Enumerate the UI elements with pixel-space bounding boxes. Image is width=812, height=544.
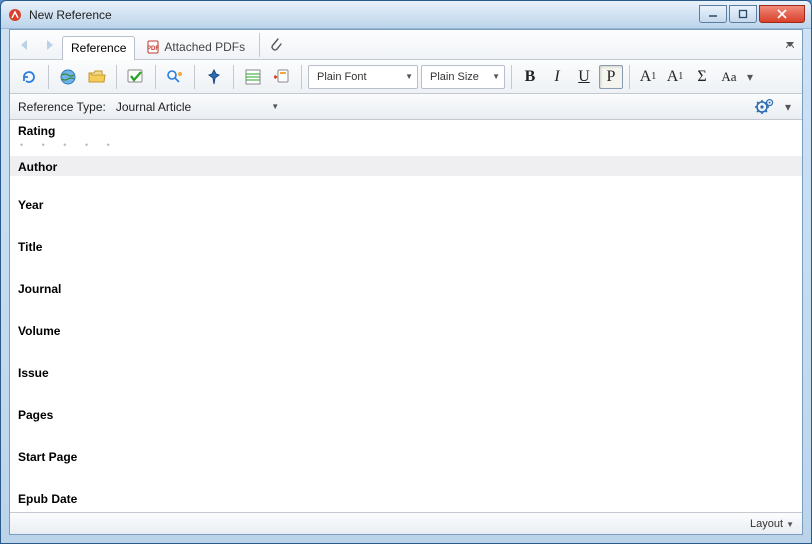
app-icon (7, 7, 23, 23)
size-combo-label: Plain Size (430, 71, 479, 83)
rating-stars[interactable]: • • • • • (10, 140, 802, 156)
field-label-pages: Pages (10, 404, 802, 424)
chevron-down-icon: ▼ (405, 72, 413, 81)
tab-reference[interactable]: Reference (62, 36, 135, 60)
chevron-down-icon: ▼ (271, 102, 279, 111)
field-input-start_page[interactable] (10, 466, 802, 488)
superscript-button[interactable]: A1 (636, 65, 660, 89)
close-button[interactable] (759, 5, 805, 23)
chevron-down-icon: ▼ (786, 520, 794, 529)
font-combo-label: Plain Font (317, 71, 367, 83)
symbol-button[interactable]: Σ (690, 65, 714, 89)
underline-button[interactable]: U (572, 65, 596, 89)
chevron-down-icon: ▼ (492, 72, 500, 81)
field-input-issue[interactable] (10, 382, 802, 404)
layout-button[interactable] (240, 64, 266, 90)
field-label-issue: Issue (10, 362, 802, 382)
field-label-start_page: Start Page (10, 446, 802, 466)
nav-forward-button[interactable] (38, 34, 60, 56)
reference-type-value: Journal Article (116, 100, 191, 114)
separator (259, 33, 260, 57)
size-combo[interactable]: Plain Size ▼ (421, 65, 505, 89)
field-input-title[interactable] (10, 256, 802, 278)
titlebar[interactable]: New Reference (1, 1, 811, 29)
window-frame: New Reference Reference PDF Attached PDF… (0, 0, 812, 544)
maximize-button[interactable] (729, 5, 757, 23)
tab-reference-label: Reference (71, 41, 126, 55)
field-input-pages[interactable] (10, 424, 802, 446)
find-reference-button[interactable] (162, 64, 188, 90)
options-gear-button[interactable] (752, 96, 776, 118)
attach-file-button[interactable] (265, 34, 287, 56)
globe-button[interactable] (55, 64, 81, 90)
nav-back-button[interactable] (14, 34, 36, 56)
window-controls (699, 5, 805, 23)
field-label-journal: Journal (10, 278, 802, 298)
form-area: Rating• • • • •Author Year Title Journal Vol… (10, 120, 802, 512)
field-input-year[interactable] (10, 214, 802, 236)
font-combo[interactable]: Plain Font ▼ (308, 65, 418, 89)
field-input-journal[interactable] (10, 298, 802, 320)
client-area: Reference PDF Attached PDFs (9, 29, 803, 535)
field-input-volume[interactable] (10, 340, 802, 362)
field-label-rating: Rating (10, 120, 802, 140)
subscript-button[interactable]: A1 (663, 65, 687, 89)
open-folder-button[interactable] (84, 64, 110, 90)
case-button[interactable]: Aa (717, 65, 741, 89)
separator (511, 65, 512, 89)
separator (301, 65, 302, 89)
field-label-epub_date: Epub Date (10, 488, 802, 508)
copy-formatted-button[interactable] (269, 64, 295, 90)
minimize-button[interactable] (699, 5, 727, 23)
refresh-button[interactable] (16, 64, 42, 90)
tab-bar: Reference PDF Attached PDFs (10, 30, 802, 60)
reference-type-bar: Reference Type: Journal Article ▼ ▾ (10, 94, 802, 120)
tab-attached-pdfs-label: Attached PDFs (164, 40, 245, 54)
window-title: New Reference (29, 8, 699, 22)
separator (629, 65, 630, 89)
field-label-author: Author (10, 156, 802, 176)
separator (194, 65, 195, 89)
reference-type-label: Reference Type: (18, 100, 106, 114)
italic-button[interactable]: I (545, 65, 569, 89)
field-label-volume: Volume (10, 320, 802, 340)
separator (233, 65, 234, 89)
spellcheck-button[interactable] (123, 64, 149, 90)
tabbar-overflow-button[interactable] (782, 34, 798, 56)
plain-button[interactable]: P (599, 65, 623, 89)
separator (116, 65, 117, 89)
options-chevron[interactable]: ▾ (782, 96, 794, 118)
svg-text:PDF: PDF (147, 46, 159, 52)
separator (155, 65, 156, 89)
pin-button[interactable] (201, 64, 227, 90)
status-bar: Layout ▼ (10, 512, 802, 534)
toolbar: Plain Font ▼ Plain Size ▼ B I U P A1 A1 … (10, 60, 802, 94)
tab-attached-pdfs[interactable]: PDF Attached PDFs (137, 35, 254, 59)
separator (48, 65, 49, 89)
form-scroll[interactable]: Rating• • • • •Author Year Title Journal Vol… (10, 120, 802, 512)
field-label-year: Year (10, 194, 802, 214)
bold-button[interactable]: B (518, 65, 542, 89)
reference-type-select[interactable]: Journal Article ▼ (112, 97, 283, 117)
field-input-author[interactable] (10, 176, 802, 194)
layout-menu[interactable]: Layout ▼ (750, 518, 794, 530)
field-label-title: Title (10, 236, 802, 256)
pdf-icon: PDF (146, 40, 160, 54)
toolbar-overflow-button[interactable]: ▾ (744, 66, 756, 88)
